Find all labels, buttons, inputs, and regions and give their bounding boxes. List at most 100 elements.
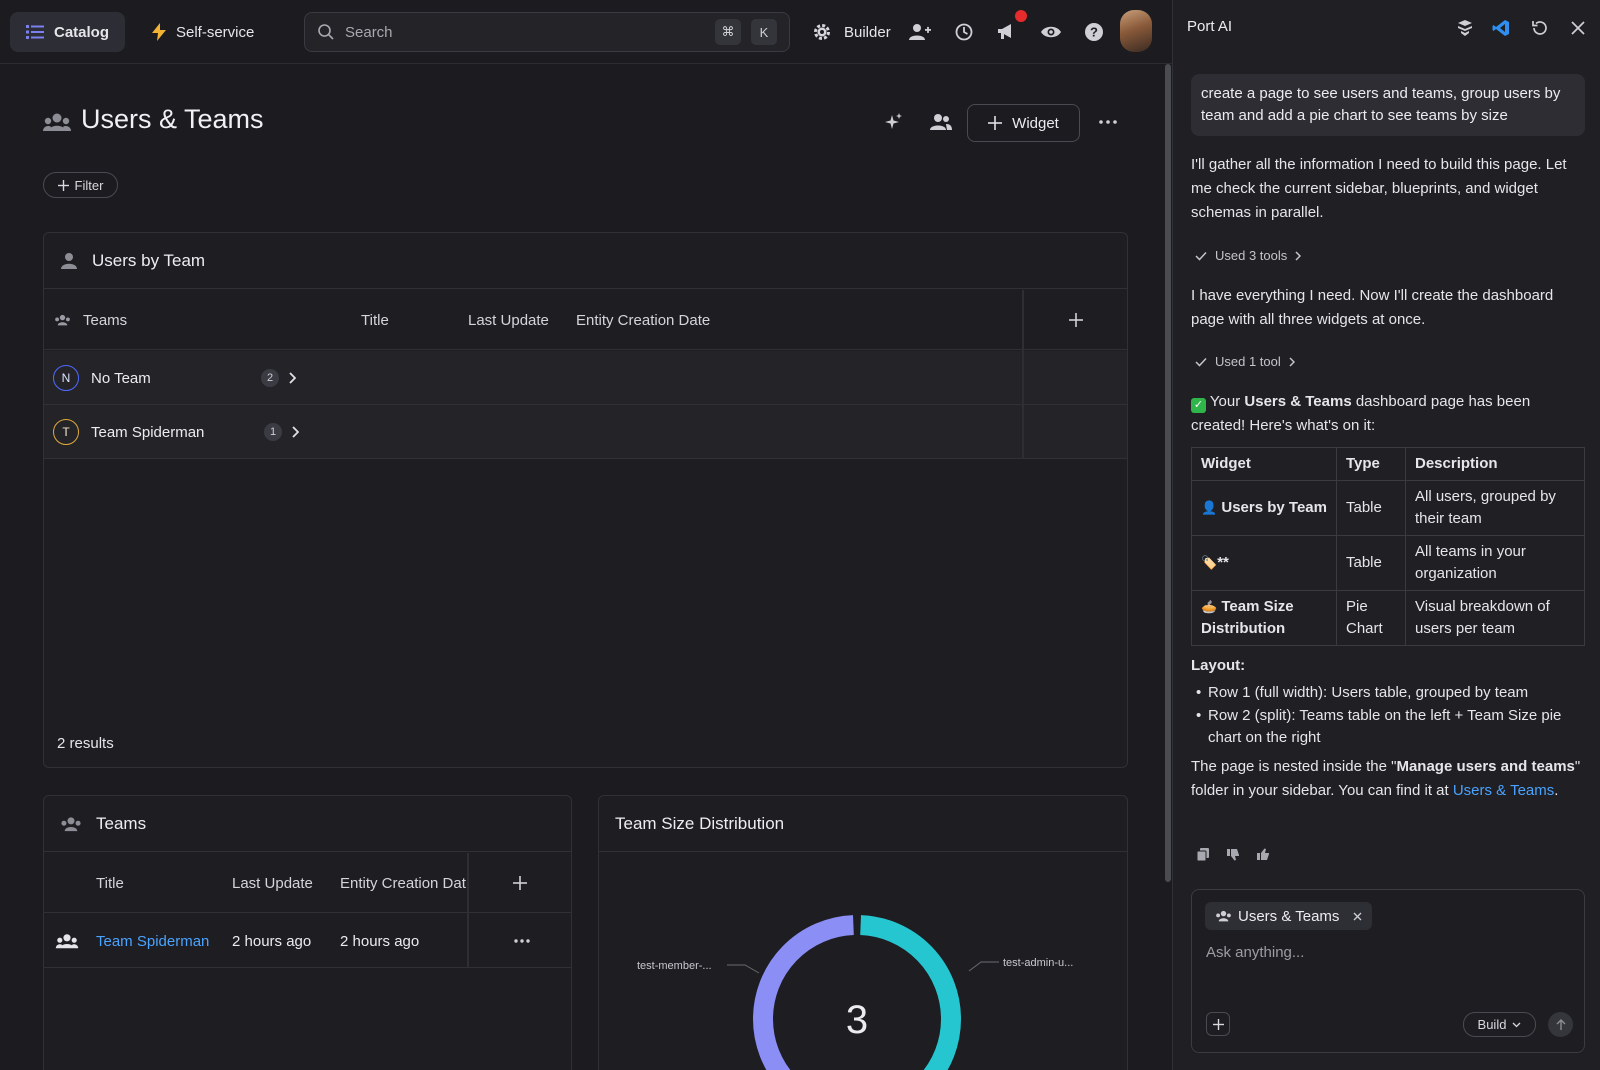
column-header-teams[interactable]: Teams [54,290,127,350]
results-count: 2 results [57,735,114,752]
sparkle-icon[interactable] [880,108,908,136]
team-size-widget: Team Size Distribution 3 test-member-... t… [598,795,1128,1070]
summary-row: 🏷️** Table All teams in your organizatio… [1191,535,1585,591]
new-chat-icon[interactable] [1455,18,1475,38]
summary-type-cell: Table [1336,480,1406,536]
add-column-icon[interactable] [513,853,527,913]
cmd-key: ⌘ [715,19,741,45]
top-bar: Catalog Self-service Search ⌘ K Builder [0,0,1172,64]
catalog-label: Catalog [54,23,110,41]
column-header-title[interactable]: Title [96,853,124,913]
mode-select[interactable]: Build [1463,1012,1536,1037]
context-chip[interactable]: Users & Teams [1205,902,1373,930]
summary-type-cell: Pie Chart [1336,590,1406,646]
users-by-team-title: Users by Team [92,250,206,270]
copy-icon[interactable] [1193,844,1213,864]
users-group-icon [43,113,71,131]
column-header-entity-creation-date[interactable]: Entity Creation Dat [340,853,466,913]
plus-icon [1212,1018,1224,1030]
group-initial-badge: N [53,365,79,391]
lightning-icon [152,23,166,41]
layout-label: Layout: [1191,657,1246,674]
team-size-pie-chart: 3 test-member-... test-admin-u... [637,915,1073,1070]
team-row-icon [55,914,79,968]
invite-user-icon[interactable] [906,18,934,46]
plus-icon [57,179,69,191]
vscode-icon[interactable] [1491,18,1511,38]
list-icon [26,25,44,39]
users-teams-page-link[interactable]: Users & Teams [1453,782,1554,799]
builder-button[interactable]: Builder [796,12,907,52]
permissions-icon[interactable] [927,108,955,136]
notification-dot [1015,10,1027,22]
team-title-link[interactable]: Team Spiderman [96,914,209,968]
widget-button-label: Widget [1012,114,1059,132]
row-actions-icon[interactable] [514,914,530,968]
table-row[interactable]: Team Spiderman 2 hours ago 2 hours ago [44,914,571,968]
column-header-title[interactable]: Title [361,290,389,350]
help-icon[interactable]: ? [1080,18,1108,46]
catalog-nav-button[interactable]: Catalog [10,12,126,52]
column-header-last-update[interactable]: Last Update [468,290,549,350]
ask-input[interactable]: Ask anything... [1206,944,1304,961]
add-attachment-button[interactable] [1206,1012,1230,1036]
teams-widget: Teams Title Last Update Entity Creation … [43,795,572,1070]
refresh-icon[interactable] [1530,18,1550,38]
remove-chip-icon[interactable] [1353,912,1362,921]
summary-desc-cell: All teams in your organization [1405,535,1585,591]
k-key: K [751,19,777,45]
thumbs-down-icon[interactable] [1223,844,1243,864]
group-count-cell[interactable]: 2 [261,351,296,405]
column-header-last-update[interactable]: Last Update [232,853,313,913]
search-input[interactable]: Search ⌘ K [304,12,790,52]
used-tool-toggle[interactable]: Used 1 tool [1195,354,1295,369]
pie-label-admin: test-admin-u... [1003,957,1073,969]
chevron-right-icon [289,372,296,384]
app-root: Catalog Self-service Search ⌘ K Builder [0,0,1600,1070]
used-tools-toggle[interactable]: Used 3 tools [1195,248,1302,263]
summary-table-header: Widget Type Description [1191,447,1585,481]
pie-label-member: test-member-... [637,960,712,972]
chevron-down-icon [1512,1022,1521,1027]
summary-widget-cell: 🏷️** [1191,535,1337,591]
filter-button[interactable]: Filter [43,172,118,198]
summary-header-description: Description [1405,447,1585,481]
summary-header-widget: Widget [1191,447,1337,481]
teams-title: Teams [96,813,147,833]
column-divider [1022,290,1024,459]
table-row[interactable]: T Team Spiderman 1 [44,405,1127,459]
user-icon [61,252,77,269]
table-row[interactable]: N No Team 2 [44,351,1127,405]
ai-nested-message: The page is nested inside the "Manage us… [1191,758,1581,799]
users-group-icon [55,934,79,949]
filter-label: Filter [74,177,104,193]
summary-widget-cell: 👤 Users by Team [1191,480,1337,536]
arrow-up-icon [1556,1018,1565,1030]
thumbs-up-icon[interactable] [1253,844,1273,864]
announcement-icon[interactable] [993,18,1021,46]
pie-slice-admin[interactable] [860,915,961,1070]
gear-icon [814,24,830,40]
page-scrollbar[interactable] [1165,64,1171,882]
plus-icon [988,116,1003,130]
summary-widget-cell: 🥧 Team Size Distribution [1191,590,1337,646]
send-button[interactable] [1548,1012,1573,1037]
add-widget-button[interactable]: Widget [967,104,1080,142]
eye-icon[interactable] [1037,18,1065,46]
summary-type-cell: Table [1336,535,1406,591]
more-options-icon[interactable] [1094,108,1122,136]
pie-label-admin-line [968,961,999,972]
close-icon[interactable] [1568,18,1588,38]
users-group-icon [61,816,81,831]
self-service-nav-button[interactable]: Self-service [136,12,270,52]
add-column-icon[interactable] [1069,290,1083,350]
widgets-summary-table: Widget Type Description 👤 Users by Team … [1191,447,1585,646]
history-icon[interactable] [950,18,978,46]
column-header-entity-creation-date[interactable]: Entity Creation Date [576,290,710,350]
user-avatar[interactable] [1120,10,1152,52]
summary-row: 👤 Users by Team Table All users, grouped… [1191,480,1585,536]
team-size-title: Team Size Distribution [615,813,785,833]
summary-desc-cell: All users, grouped by their team [1405,480,1585,536]
group-count-cell[interactable]: 1 [264,405,299,459]
pie-slice-member[interactable] [753,915,854,1070]
